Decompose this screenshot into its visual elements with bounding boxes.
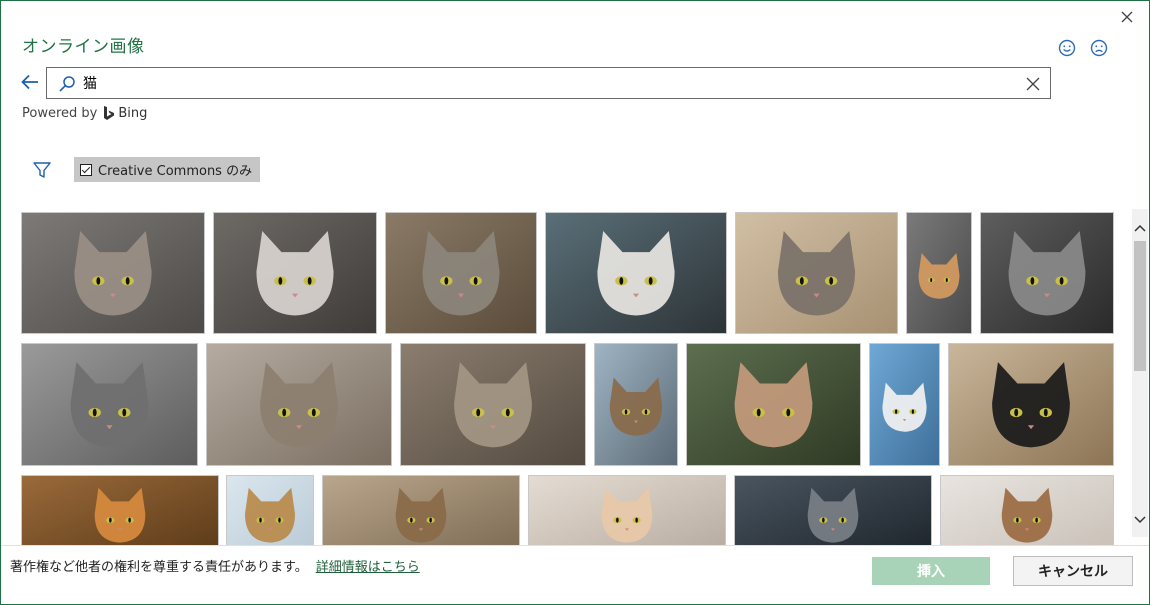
checkbox-icon[interactable]: [80, 163, 92, 176]
image-thumbnail[interactable]: [980, 212, 1114, 334]
image-thumbnail[interactable]: [400, 343, 586, 466]
powered-by-label: Powered by: [22, 105, 98, 121]
close-icon: [1121, 11, 1133, 23]
image-thumbnail[interactable]: [594, 343, 678, 466]
image-thumbnail[interactable]: [906, 212, 972, 334]
smile-feedback-button[interactable]: [1057, 38, 1077, 58]
image-thumbnail[interactable]: [686, 343, 861, 466]
image-thumbnail[interactable]: [528, 475, 726, 545]
image-gallery: [19, 209, 1131, 545]
filter-button[interactable]: [31, 159, 53, 181]
cancel-button[interactable]: キャンセル: [1013, 556, 1133, 586]
image-thumbnail[interactable]: [322, 475, 520, 545]
dialog-title: オンライン画像: [22, 37, 145, 57]
search-icon: [59, 76, 75, 92]
scroll-down-icon: [1134, 516, 1146, 524]
vertical-scrollbar[interactable]: [1132, 209, 1148, 537]
image-thumbnail[interactable]: [948, 343, 1114, 466]
bing-logo-icon: [104, 106, 115, 120]
creative-commons-label: Creative Commons のみ: [98, 164, 253, 179]
bing-label: Bing: [118, 105, 148, 121]
image-thumbnail[interactable]: [735, 212, 898, 334]
scrollbar-thumb[interactable]: [1134, 241, 1146, 371]
learn-more-link[interactable]: 詳細情報はこちら: [316, 556, 420, 575]
image-thumbnail[interactable]: [385, 212, 537, 334]
clear-icon[interactable]: [1024, 75, 1042, 93]
close-button[interactable]: [1115, 5, 1139, 29]
search-box[interactable]: [46, 67, 1051, 99]
image-thumbnail[interactable]: [21, 343, 198, 466]
image-thumbnail[interactable]: [213, 212, 377, 334]
filter-icon: [33, 162, 51, 178]
bing-logo: Bing: [103, 105, 147, 121]
back-button[interactable]: [19, 71, 41, 93]
powered-by: Powered by Bing: [22, 105, 147, 121]
image-thumbnail[interactable]: [206, 343, 392, 466]
insert-button[interactable]: 挿入: [872, 557, 990, 585]
smiley-icon: [1058, 39, 1076, 57]
frown-feedback-button[interactable]: [1089, 38, 1109, 58]
image-thumbnail[interactable]: [545, 212, 727, 334]
footer-divider: [1, 545, 1149, 546]
scroll-up-button[interactable]: [1132, 219, 1148, 237]
creative-commons-filter[interactable]: Creative Commons のみ: [74, 157, 261, 182]
frown-icon: [1090, 39, 1108, 57]
footer-notice: 著作権など他者の権利を尊重する責任があります。 詳細情報はこちら: [10, 556, 420, 575]
image-thumbnail[interactable]: [226, 475, 314, 545]
scroll-up-icon: [1134, 224, 1146, 232]
search-input[interactable]: [83, 74, 983, 94]
image-thumbnail[interactable]: [940, 475, 1114, 545]
back-arrow-icon: [21, 74, 38, 90]
copyright-notice: 著作権など他者の権利を尊重する責任があります。: [10, 560, 308, 575]
online-images-dialog: オンライン画像 Powered by: [0, 0, 1150, 605]
scroll-down-button[interactable]: [1132, 511, 1148, 529]
image-thumbnail[interactable]: [21, 475, 219, 545]
image-thumbnail[interactable]: [21, 212, 205, 334]
image-thumbnail[interactable]: [734, 475, 932, 545]
image-thumbnail[interactable]: [869, 343, 940, 466]
